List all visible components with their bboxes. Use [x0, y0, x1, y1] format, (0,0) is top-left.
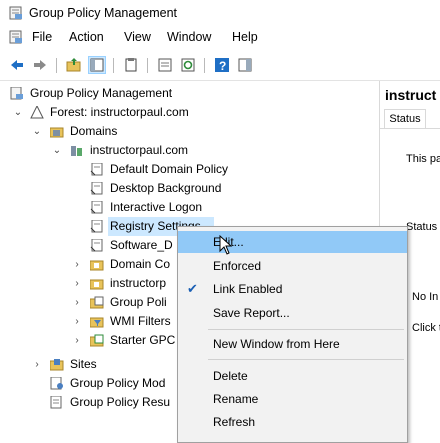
- tree-node-gpo-link[interactable]: Desktop Background: [0, 179, 250, 198]
- collapsed-chevron-icon[interactable]: ›: [72, 255, 82, 274]
- details-text: Status: [406, 221, 438, 233]
- tree-node-gpo-container[interactable]: › Group Poli: [0, 293, 178, 312]
- tree-label-ou: Domain Co: [110, 257, 171, 271]
- properties-icon[interactable]: [123, 57, 139, 73]
- tree-node-wmi-filters[interactable]: › WMI Filters: [0, 312, 178, 331]
- menu-item-save-report[interactable]: Save Report...: [178, 302, 407, 324]
- tree-label-results: Group Policy Resu: [70, 395, 171, 409]
- collapsed-chevron-icon[interactable]: ›: [32, 355, 42, 374]
- menu-item-refresh[interactable]: Refresh: [178, 411, 407, 433]
- menu-view[interactable]: View: [124, 30, 151, 44]
- tab-divider: [380, 128, 440, 129]
- collapsed-chevron-icon[interactable]: ›: [72, 331, 82, 350]
- toolbar: ?: [0, 50, 440, 81]
- wmi-filter-icon: [90, 317, 104, 328]
- action-pane-icon[interactable]: [237, 57, 253, 73]
- refresh-icon[interactable]: [180, 57, 196, 73]
- menu-item-enforced[interactable]: Enforced: [178, 255, 407, 277]
- tree-label-modeling: Group Policy Mod: [70, 376, 166, 390]
- menu-bar: File Action View Window Help: [0, 27, 440, 49]
- collapsed-chevron-icon[interactable]: ›: [72, 312, 82, 331]
- back-icon[interactable]: [9, 57, 25, 73]
- tree-node-forest[interactable]: ⌄ Forest: instructorpaul.com: [0, 103, 220, 122]
- tree-label-starter: Starter GPC: [110, 333, 176, 347]
- gpmc-app-icon: [9, 6, 22, 20]
- menu-window[interactable]: Window: [167, 30, 211, 44]
- tree-label-gpo: Default Domain Policy: [110, 162, 229, 176]
- checkmark-icon: ✔: [187, 281, 198, 296]
- menu-item-link-enabled[interactable]: ✔ Link Enabled: [178, 278, 407, 300]
- tree-node-results[interactable]: Group Policy Resu: [0, 393, 178, 412]
- domain-icon: [71, 146, 82, 156]
- tree-label-domains: Domains: [70, 124, 118, 138]
- menu-action[interactable]: Action: [69, 30, 104, 44]
- gpo-link-icon: [90, 201, 103, 214]
- expanded-chevron-icon[interactable]: ⌄: [13, 103, 23, 122]
- collapsed-chevron-icon[interactable]: ›: [72, 293, 82, 312]
- tree-node-gpo-link[interactable]: Software_D: [0, 236, 178, 255]
- forward-icon[interactable]: [32, 57, 48, 73]
- tree-label-root: Group Policy Management: [30, 86, 173, 100]
- collapsed-chevron-icon[interactable]: ›: [72, 274, 82, 293]
- context-menu: Edit... Enforced ✔ Link Enabled Save Rep…: [177, 226, 408, 443]
- svg-text:?: ?: [219, 59, 226, 73]
- gpo-link-icon: [90, 220, 103, 233]
- tree-node-gpo-link[interactable]: Interactive Logon: [0, 198, 250, 217]
- tree-label-forest: Forest: instructorpaul.com: [50, 105, 189, 119]
- expanded-chevron-icon[interactable]: ⌄: [32, 122, 42, 141]
- menu-item-edit[interactable]: Edit...: [178, 231, 407, 253]
- tree-node-starter-gpo[interactable]: › Starter GPC: [0, 331, 178, 350]
- sites-icon: [50, 359, 64, 371]
- modeling-icon: [50, 377, 63, 390]
- details-text: No In: [412, 291, 439, 303]
- tree-node-domains[interactable]: ⌄ Domains: [0, 122, 140, 141]
- tree-label-gpo: Software_D: [110, 238, 173, 252]
- results-icon: [50, 396, 62, 409]
- tree-node-ou[interactable]: › instructorp: [0, 274, 178, 293]
- tree-label-gpo: Desktop Background: [110, 181, 222, 195]
- forest-icon: [30, 106, 44, 119]
- details-text: This pa: [406, 153, 440, 165]
- tree-label-ou: instructorp: [110, 276, 167, 290]
- gpo-link-icon: [90, 239, 103, 252]
- export-list-icon[interactable]: [157, 57, 173, 73]
- tree-node-modeling[interactable]: Group Policy Mod: [0, 374, 178, 393]
- domains-folder-icon: [50, 127, 64, 138]
- expanded-chevron-icon[interactable]: ⌄: [52, 141, 62, 160]
- menu-file[interactable]: File: [32, 30, 52, 44]
- title-bar: Group Policy Management: [0, 0, 440, 27]
- menu-separator: [208, 329, 404, 330]
- tree-node-ou[interactable]: › Domain Co: [0, 255, 178, 274]
- tree-label-wmi: WMI Filters: [110, 314, 171, 328]
- details-link[interactable]: Click t: [412, 322, 440, 334]
- window-title: Group Policy Management: [29, 6, 177, 20]
- tab-status[interactable]: Status: [384, 109, 426, 128]
- tree-node-gpo-link[interactable]: Default Domain Policy: [0, 160, 250, 179]
- menu-item-delete[interactable]: Delete: [178, 365, 407, 387]
- gpo-link-icon: [90, 182, 103, 195]
- gpo-folder-icon: [90, 296, 104, 309]
- tree-label-gpo-container: Group Poli: [110, 295, 167, 309]
- menu-item-rename[interactable]: Rename: [178, 388, 407, 410]
- ou-folder-icon: [90, 260, 104, 271]
- show-hide-tree-icon[interactable]: [88, 56, 106, 74]
- menu-help[interactable]: Help: [232, 30, 258, 44]
- help-icon[interactable]: ?: [214, 57, 230, 73]
- system-menu-icon[interactable]: [9, 30, 23, 44]
- menu-item-new-window[interactable]: New Window from Here: [178, 333, 407, 355]
- tree-label-domain: instructorpaul.com: [90, 143, 189, 157]
- tree-label-gpo: Interactive Logon: [110, 200, 203, 214]
- tree-node-root[interactable]: Group Policy Management: [0, 84, 200, 103]
- starter-gpo-icon: [90, 334, 104, 347]
- mouse-cursor-icon: [219, 235, 233, 255]
- tree-node-domain[interactable]: ⌄ instructorpaul.com: [0, 141, 220, 160]
- gpmc-icon: [10, 87, 23, 100]
- up-folder-icon[interactable]: [66, 57, 82, 73]
- details-title: instruct: [385, 87, 437, 103]
- ou-folder-icon: [90, 279, 104, 290]
- tree-node-sites[interactable]: › Sites: [0, 355, 178, 374]
- gpo-link-icon: [90, 163, 103, 176]
- tree-label-sites: Sites: [70, 357, 97, 371]
- menu-separator: [208, 359, 404, 360]
